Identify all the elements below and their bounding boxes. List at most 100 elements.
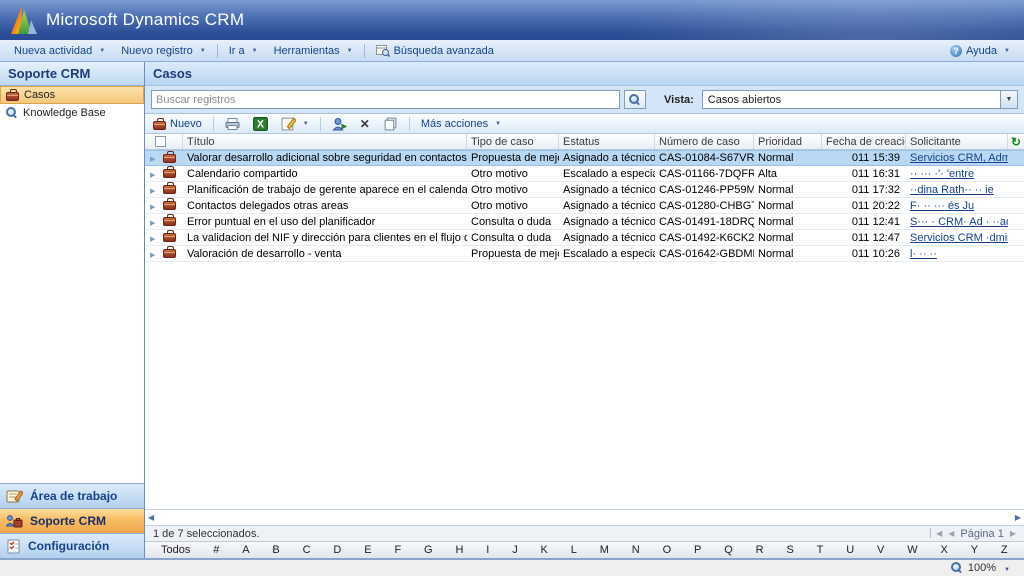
case-requester-link[interactable]: Servicios CRM ·dministrar: [906, 232, 1008, 244]
alphabet-filter-b[interactable]: B: [270, 544, 281, 556]
expand-row-icon[interactable]: [150, 184, 155, 196]
refresh-icon[interactable]: [1011, 135, 1021, 149]
column-header-prioridad[interactable]: Prioridad: [754, 134, 822, 149]
alphabet-filter-w[interactable]: W: [905, 544, 919, 556]
alphabet-filter-n[interactable]: N: [630, 544, 642, 556]
alphabet-filter-d[interactable]: D: [331, 544, 343, 556]
table-row[interactable]: Contactos delegados otras areas Otro mot…: [145, 198, 1024, 214]
alphabet-filter-k[interactable]: K: [539, 544, 550, 556]
scroll-left-icon[interactable]: ◀: [148, 513, 154, 522]
case-requester-link[interactable]: F· ·· ··· és Ju: [906, 200, 1008, 212]
run-workflow-button[interactable]: [277, 116, 313, 132]
sidebar-button-soporte-crm[interactable]: Soporte CRM: [0, 508, 144, 533]
alphabet-filter-c[interactable]: C: [301, 544, 313, 556]
case-title[interactable]: Planificación de trabajo de gerente apar…: [183, 184, 467, 196]
alphabet-filter-t[interactable]: T: [815, 544, 826, 556]
expand-row-icon[interactable]: [150, 248, 155, 260]
column-header-solicitante[interactable]: Solicitante: [906, 134, 1008, 149]
print-button[interactable]: [221, 116, 244, 132]
alphabet-filter-r[interactable]: R: [754, 544, 766, 556]
case-title[interactable]: La validacion del NIF y dirección para c…: [183, 232, 467, 244]
delete-button[interactable]: [356, 116, 374, 132]
case-title[interactable]: Error puntual en el uso del planificador: [183, 216, 467, 228]
menu-nueva-actividad[interactable]: Nueva actividad: [6, 43, 113, 59]
expand-row-icon[interactable]: [150, 168, 155, 180]
expand-row-icon[interactable]: [150, 216, 155, 228]
alphabet-filter-v[interactable]: V: [875, 544, 886, 556]
alphabet-filter-j[interactable]: J: [510, 544, 520, 556]
menu-herramientas[interactable]: Herramientas: [266, 43, 361, 59]
table-row[interactable]: Valoración de desarrollo - venta Propues…: [145, 246, 1024, 262]
sidebar-button-area-de-trabajo[interactable]: Área de trabajo: [0, 483, 144, 508]
column-header-numero[interactable]: Número de caso: [655, 134, 754, 149]
alphabet-filter-y[interactable]: Y: [969, 544, 980, 556]
case-requester-link[interactable]: Servicios CRM, Administrar: [906, 152, 1008, 164]
case-requester-link[interactable]: ·· ··· ·'· 'entre: [906, 168, 1008, 180]
menu-ir-a[interactable]: Ir a: [221, 43, 266, 59]
menu-ayuda[interactable]: ? Ayuda: [942, 43, 1018, 59]
alphabet-filter-u[interactable]: U: [844, 544, 856, 556]
alphabet-filter-todos[interactable]: Todos: [159, 544, 192, 556]
expand-cell: [145, 184, 161, 196]
case-number: CAS-01084-S67VRM: [659, 152, 754, 164]
alphabet-filter-x[interactable]: X: [939, 544, 950, 556]
search-button[interactable]: [624, 90, 647, 109]
sidebar-item-casos[interactable]: Casos: [0, 86, 144, 104]
search-input[interactable]: [151, 90, 621, 109]
previous-page-icon[interactable]: [948, 529, 954, 538]
expand-row-icon[interactable]: [150, 200, 155, 212]
case-title[interactable]: Calendario compartido: [183, 168, 467, 180]
next-page-icon[interactable]: [1010, 529, 1016, 538]
alphabet-filter-a[interactable]: A: [240, 544, 251, 556]
alphabet-filter-l[interactable]: L: [569, 544, 579, 556]
alphabet-filter-e[interactable]: E: [362, 544, 373, 556]
menu-busqueda-avanzada[interactable]: Búsqueda avanzada: [368, 43, 502, 59]
alphabet-filter-o[interactable]: O: [661, 544, 674, 556]
case-type: Consulta o duda: [471, 231, 552, 244]
case-title[interactable]: Valoración de desarrollo - venta: [183, 248, 467, 260]
alphabet-filter-p[interactable]: P: [692, 544, 703, 556]
expand-row-icon[interactable]: [150, 152, 155, 164]
expand-row-icon[interactable]: [150, 232, 155, 244]
column-header-fecha[interactable]: Fecha de creación: [822, 134, 906, 149]
export-excel-button[interactable]: X: [249, 116, 272, 132]
table-row[interactable]: Valorar desarrollo adicional sobre segur…: [145, 150, 1024, 166]
edit-icon: [281, 116, 296, 130]
sidebar-button-configuracion[interactable]: Configuración: [0, 533, 144, 558]
alphabet-filter-#[interactable]: #: [211, 544, 221, 556]
table-row[interactable]: La validacion del NIF y dirección para c…: [145, 230, 1024, 246]
horizontal-scrollbar[interactable]: ◀ ▶: [145, 509, 1024, 525]
case-requester-link[interactable]: l· ·· ··: [906, 248, 1008, 260]
column-header-tipo[interactable]: Tipo de caso: [467, 134, 559, 149]
view-selector[interactable]: Casos abiertos: [701, 90, 1018, 109]
scroll-right-icon[interactable]: ▶: [1015, 513, 1021, 522]
sidebar-item-knowledge-base[interactable]: Knowledge Base: [0, 104, 144, 122]
case-title[interactable]: Valorar desarrollo adicional sobre segur…: [183, 152, 467, 164]
menu-nuevo-registro[interactable]: Nuevo registro: [113, 43, 214, 59]
case-title[interactable]: Contactos delegados otras areas: [183, 200, 467, 212]
alphabet-filter-z[interactable]: Z: [999, 544, 1010, 556]
table-row[interactable]: Error puntual en el uso del planificador…: [145, 214, 1024, 230]
column-header-estatus[interactable]: Estatus: [559, 134, 655, 149]
table-row[interactable]: Calendario compartido Otro motivo Escala…: [145, 166, 1024, 182]
new-case-button[interactable]: Nuevo: [149, 117, 206, 131]
alphabet-filter-f[interactable]: F: [392, 544, 403, 556]
chevron-down-icon[interactable]: [999, 91, 1017, 108]
first-page-icon[interactable]: [930, 529, 942, 538]
select-all-checkbox[interactable]: [155, 136, 166, 147]
case-requester-link[interactable]: S··· · CRM· Ad · ··ad: [906, 216, 1008, 228]
search-icon: [6, 107, 18, 119]
table-row[interactable]: Planificación de trabajo de gerente apar…: [145, 182, 1024, 198]
alphabet-filter-h[interactable]: H: [453, 544, 465, 556]
alphabet-filter-q[interactable]: Q: [722, 544, 735, 556]
alphabet-filter-s[interactable]: S: [784, 544, 795, 556]
alphabet-filter-m[interactable]: M: [598, 544, 611, 556]
copy-link-button[interactable]: [379, 116, 402, 132]
more-actions-button[interactable]: Más acciones: [417, 117, 505, 131]
zoom-dropdown-icon[interactable]: [1001, 562, 1010, 574]
assign-button[interactable]: [328, 116, 351, 132]
column-header-titulo[interactable]: Título: [183, 134, 467, 149]
case-requester-link[interactable]: ··dina Rath·· ·· ie: [906, 184, 1008, 196]
alphabet-filter-g[interactable]: G: [422, 544, 435, 556]
alphabet-filter-i[interactable]: I: [484, 544, 491, 556]
